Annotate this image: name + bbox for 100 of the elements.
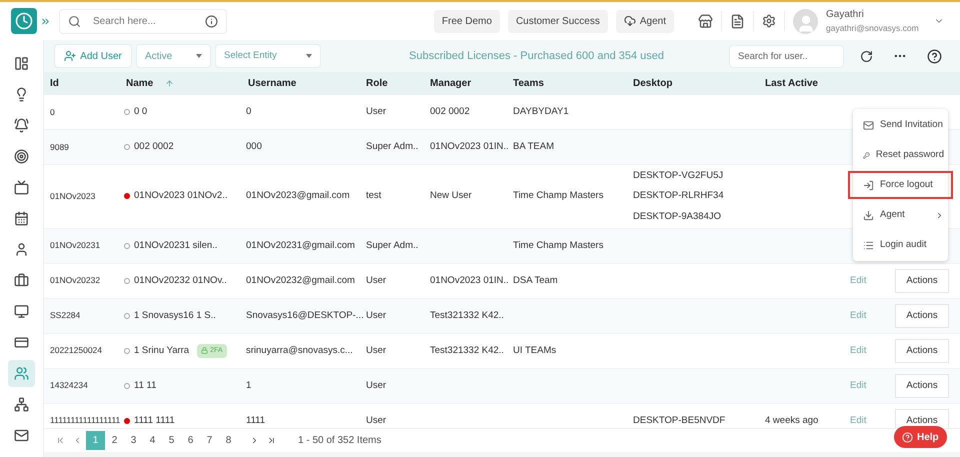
expand-icon[interactable]	[40, 16, 51, 26]
mail-icon	[863, 120, 874, 130]
page-button[interactable]: 5	[162, 431, 181, 450]
table-cell-text: UI TEAMs	[512, 344, 558, 358]
menu-item[interactable]: Force logout	[848, 171, 953, 199]
user-email: gayathri@snovasys.com	[826, 22, 920, 35]
menu-item[interactable]: Agent	[853, 201, 948, 229]
next-page-icon[interactable]	[250, 436, 259, 445]
help-button[interactable]: Help	[894, 426, 947, 448]
column-header[interactable]: Desktop	[633, 76, 672, 91]
table-cell: 01NOv20231 silen..	[134, 238, 218, 253]
table-cell-text: 002 0002	[429, 104, 471, 119]
help-icon[interactable]	[927, 48, 942, 64]
table-cell-text: Time Champ Masters	[512, 189, 604, 204]
column-header[interactable]: Name	[126, 76, 154, 91]
table-cell-text: 1	[245, 378, 252, 393]
page-button[interactable]: 8	[219, 431, 238, 450]
top-button[interactable]: Customer Success	[508, 10, 608, 32]
table-cell-text: 01NOv2023 01IN..	[429, 274, 507, 288]
first-page-icon[interactable]	[56, 436, 65, 445]
table-cell-text: DESKTOP-VG2FU5J	[633, 169, 724, 183]
table-cell-text: New User	[429, 189, 473, 204]
menu-item[interactable]: Reset password	[853, 141, 948, 169]
actions-button[interactable]: Actions	[895, 268, 949, 293]
download-icon	[863, 210, 874, 220]
app-logo[interactable]	[11, 8, 37, 34]
settings-icon[interactable]	[762, 14, 776, 28]
info-icon[interactable]	[205, 14, 218, 28]
table-cell-text: 0	[49, 106, 56, 118]
tv-icon	[14, 180, 29, 195]
card-icon	[14, 335, 29, 350]
help-circle-icon	[902, 432, 913, 442]
table-cell-text: User	[365, 414, 388, 428]
actions-button[interactable]: Actions	[895, 304, 949, 328]
user-name: Gayathri	[826, 8, 865, 22]
list-icon	[863, 240, 874, 250]
column-header[interactable]: Username	[248, 76, 296, 91]
logout-icon	[863, 180, 874, 190]
table-cell: 1 Srinu Yarra	[134, 344, 190, 358]
lock-icon	[201, 347, 208, 354]
table-cell-text: DAYBYDAY1	[512, 104, 570, 119]
column-header[interactable]: Teams	[513, 76, 544, 91]
page-button[interactable]: 2	[105, 431, 124, 450]
table-cell: 1 Snovasys16 1 S..	[134, 308, 216, 323]
menu-item[interactable]: Login audit	[853, 231, 948, 259]
page-button[interactable]: 4	[143, 431, 162, 450]
user-search-field[interactable]: Search for user..	[729, 44, 844, 68]
table-cell-text: 01NOv20231	[49, 239, 102, 252]
table-cell-text: DESKTOP-RLRHF34	[633, 189, 725, 204]
search-field[interactable]: Search here...	[93, 14, 193, 28]
table-cell-text: srinuyarra@snovasys.c...	[245, 344, 354, 358]
page-button[interactable]: 3	[124, 431, 143, 450]
table-cell-text: 01NOv20231@gmail.com	[245, 238, 356, 253]
user-icon	[14, 242, 29, 257]
document-icon[interactable]	[730, 14, 745, 28]
table-cell-text: 002 0002	[134, 140, 174, 154]
table-cell-text: Super Adm..	[365, 140, 420, 154]
top-button[interactable]: Free Demo	[434, 10, 500, 32]
table-cell-text: 14324234	[49, 379, 89, 392]
agent-button[interactable]: Agent	[616, 10, 674, 32]
table-cell-text: User	[365, 378, 388, 393]
search-icon	[68, 14, 81, 28]
column-header[interactable]: Role	[366, 76, 388, 91]
refresh-icon[interactable]	[860, 50, 873, 62]
table-cell-text: 0 0	[134, 104, 148, 119]
key-icon	[863, 150, 870, 160]
table-cell-text: DSA Team	[512, 274, 559, 288]
actions-button[interactable]: Actions	[895, 408, 949, 428]
license-summary: Subscribed Licenses - Purchased 600 and 354 used	[409, 48, 664, 64]
column-header[interactable]: Last Active	[765, 76, 818, 91]
table-cell-text: Test321332 K42..	[429, 308, 505, 323]
store-icon[interactable]	[698, 14, 713, 28]
lightbulb-icon	[14, 87, 29, 102]
table-cell-text: 01NOv20232@gmail.com	[245, 274, 356, 288]
table-cell-text: User	[365, 104, 388, 119]
actions-button[interactable]: Actions	[895, 338, 949, 363]
page-button[interactable]: 6	[181, 431, 200, 450]
table-cell: 11 11	[134, 378, 156, 393]
menu-item[interactable]: Send Invitation	[853, 111, 948, 139]
table-cell: 1111 1111	[134, 414, 175, 428]
column-header[interactable]: Manager	[430, 76, 472, 91]
table-cell-text: 11111111111111111	[49, 414, 120, 428]
column-header[interactable]: Id	[50, 76, 59, 91]
briefcase-icon	[14, 273, 29, 288]
mail-icon	[14, 428, 29, 443]
table-cell-text: 20221250024	[49, 344, 104, 358]
table-cell-text: 000	[245, 140, 263, 154]
monitor-icon	[14, 304, 29, 319]
table-cell-text: Time Champ Masters	[512, 238, 604, 253]
table-cell-text: test	[365, 189, 382, 204]
previous-page-icon[interactable]	[73, 436, 82, 445]
actions-button[interactable]: Actions	[895, 374, 949, 398]
search-box[interactable]: Search here...	[59, 8, 227, 34]
team-icon	[14, 397, 29, 412]
table-cell-text: 9089	[49, 140, 70, 154]
last-page-icon[interactable]	[267, 436, 276, 445]
table-cell-text: 1111	[245, 414, 266, 428]
table-cell-text: SS2284	[49, 309, 82, 322]
calendar-icon	[14, 211, 29, 226]
page-button[interactable]: 7	[200, 431, 219, 450]
